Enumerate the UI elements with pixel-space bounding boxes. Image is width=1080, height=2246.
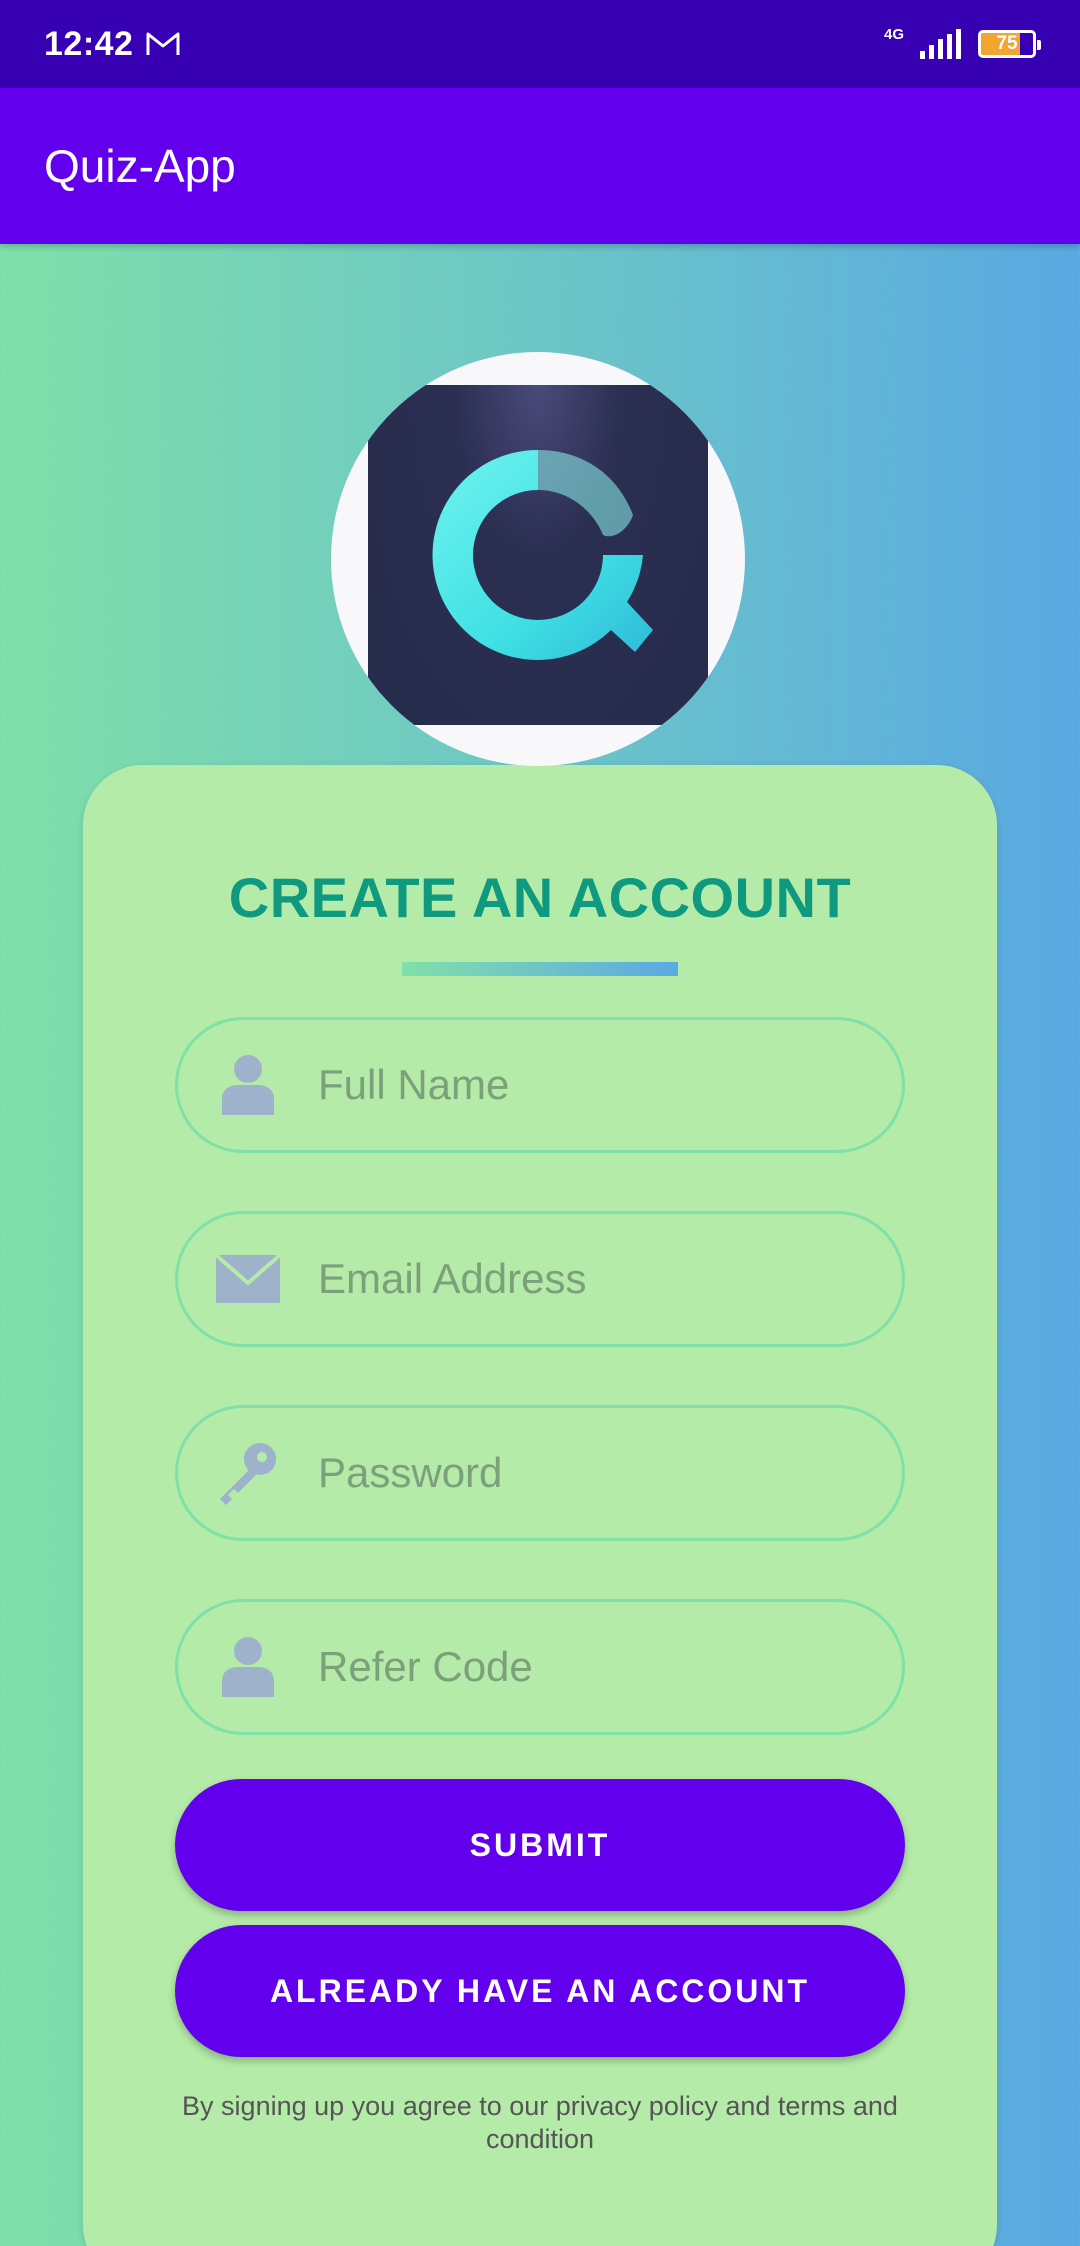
- status-indicators: 4G 75: [883, 25, 1041, 59]
- submit-button[interactable]: SUBMIT: [175, 1779, 905, 1911]
- status-bar: 12:42 4G 75: [0, 0, 1080, 88]
- full-name-input[interactable]: [318, 1061, 878, 1109]
- gmail-icon: [146, 32, 180, 55]
- full-name-field[interactable]: [175, 1017, 905, 1153]
- already-have-account-button[interactable]: ALREADY HAVE AN ACCOUNT: [175, 1925, 905, 2057]
- refer-code-field[interactable]: [175, 1599, 905, 1735]
- app-title: Quiz-App: [44, 140, 236, 192]
- battery-icon: 75: [978, 30, 1041, 58]
- title-underline: [402, 962, 678, 976]
- email-field[interactable]: [175, 1211, 905, 1347]
- key-icon: [220, 1443, 276, 1505]
- password-field[interactable]: [175, 1405, 905, 1541]
- mail-icon: [214, 1253, 282, 1303]
- app-logo: [331, 352, 745, 766]
- email-input[interactable]: [318, 1255, 878, 1303]
- quiz-logo-q-icon: [432, 449, 653, 660]
- app-bar: Quiz-App: [0, 88, 1080, 244]
- logo-badge: [368, 385, 708, 725]
- network-type: 4G: [883, 25, 904, 43]
- person-icon: [222, 1055, 274, 1115]
- password-input[interactable]: [318, 1449, 878, 1497]
- status-time: 12:42: [44, 24, 134, 63]
- signal-icon: [920, 29, 961, 59]
- signup-card: CREATE AN ACCOUNT SUBMIT ALREADY HAVE AN: [83, 765, 997, 2246]
- battery-level: 75: [996, 33, 1018, 54]
- refer-code-input[interactable]: [318, 1643, 878, 1691]
- terms-text: By signing up you agree to our privacy p…: [182, 2091, 898, 2154]
- person-icon: [222, 1637, 274, 1697]
- form-title: CREATE AN ACCOUNT: [228, 866, 852, 929]
